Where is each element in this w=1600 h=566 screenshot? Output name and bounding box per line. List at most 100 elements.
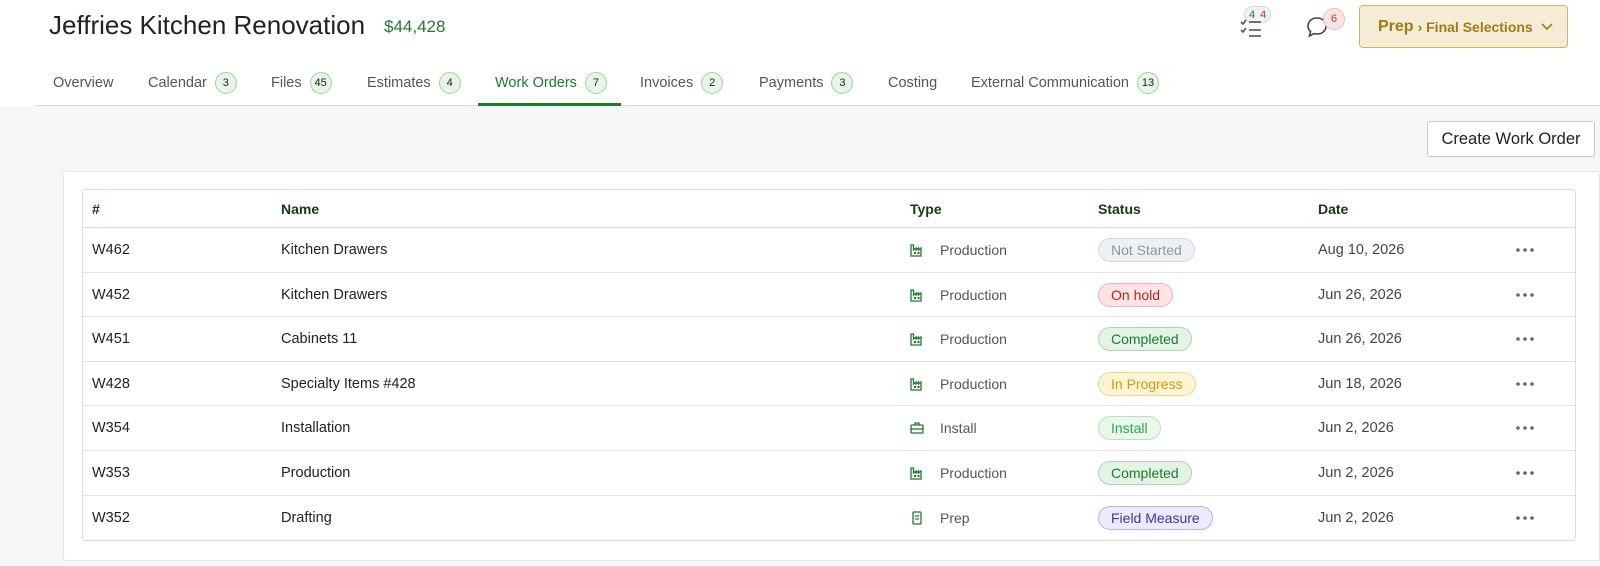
work-order-type-label: Install — [940, 420, 977, 437]
work-order-status: Completed — [1098, 317, 1192, 361]
tab-count-badge: 13 — [1136, 72, 1159, 94]
work-order-name: Production — [281, 465, 351, 481]
tab-label: Costing — [888, 75, 938, 91]
factory-icon — [910, 377, 932, 391]
work-order-status: In Progress — [1098, 362, 1196, 406]
work-orders-table: # Name Type Status Date W462 Kitchen Draw… — [82, 189, 1576, 541]
work-order-number: W451 — [92, 331, 130, 348]
work-order-date: Jun 26, 2026 — [1318, 331, 1402, 348]
work-order-status: Install — [1098, 406, 1161, 450]
work-order-type: Production — [910, 273, 1007, 317]
row-actions-button[interactable] — [1513, 241, 1537, 259]
tab-count-badge: 3 — [214, 72, 237, 94]
row-actions-button[interactable] — [1513, 464, 1537, 482]
table-row[interactable]: W452 Kitchen Drawers Production On hold Jun … — [83, 273, 1575, 318]
tab-label: Files — [271, 75, 302, 91]
work-order-status: On hold — [1098, 273, 1174, 317]
status-badge: Field Measure — [1098, 505, 1213, 530]
factory-icon — [910, 288, 932, 302]
tasks-button[interactable]: 4 4 — [1240, 6, 1288, 38]
row-actions-button[interactable] — [1513, 419, 1537, 437]
table-row[interactable]: W428 Specialty Items #428 Production In Pro… — [83, 362, 1575, 407]
tab-count-badge: 7 — [584, 72, 607, 94]
work-order-number: W353 — [92, 465, 130, 481]
tab-invoices[interactable]: Invoices 2 — [640, 60, 724, 106]
work-order-date: Jun 2, 2026 — [1318, 465, 1394, 481]
chevron-down-icon — [1541, 22, 1553, 30]
status-badge: Not Started — [1098, 238, 1195, 262]
project-tabs: Overview Calendar 3 Files 45 Estimates 4… — [35, 60, 1600, 106]
table-row[interactable]: W352 Drafting Prep Field Measure Jun 2, 2026 — [83, 496, 1575, 541]
more-horizontal-icon — [1516, 426, 1534, 431]
more-horizontal-icon — [1516, 471, 1534, 475]
work-order-type: Prep — [910, 496, 970, 540]
stage-sub-label: › Final Selections — [1417, 18, 1533, 35]
work-order-type-label: Production — [940, 331, 1007, 348]
status-badge: In Progress — [1098, 371, 1196, 396]
status-badge: On hold — [1098, 282, 1174, 307]
table-header-row: # Name Type Status Date — [83, 190, 1575, 228]
work-order-type: Production — [910, 451, 1007, 495]
work-order-status: Not Started — [1098, 228, 1195, 272]
row-actions-button[interactable] — [1513, 286, 1537, 304]
stage-dropdown[interactable]: Prep › Final Selections — [1359, 5, 1568, 48]
work-order-type-label: Production — [940, 286, 1007, 303]
table-row[interactable]: W354 Installation Install Install Jun 2, 202… — [83, 406, 1575, 451]
column-header-status: Status — [1098, 201, 1141, 217]
work-order-date: Jun 2, 2026 — [1318, 509, 1394, 526]
more-horizontal-icon — [1516, 337, 1534, 341]
more-horizontal-icon — [1516, 248, 1534, 252]
factory-icon — [910, 332, 932, 346]
work-order-type: Install — [910, 406, 977, 450]
work-order-type-label: Production — [940, 242, 1007, 258]
work-order-date: Jun 2, 2026 — [1318, 420, 1394, 437]
stage-label: Prep — [1378, 17, 1414, 35]
table-row[interactable]: W451 Cabinets 11 Production Completed Jun 26… — [83, 317, 1575, 362]
active-tab-indicator — [478, 103, 621, 106]
toolbox-icon — [910, 421, 932, 435]
column-header-type: Type — [910, 201, 942, 217]
column-header-date: Date — [1318, 201, 1349, 217]
tab-overview[interactable]: Overview — [53, 60, 113, 106]
more-horizontal-icon — [1516, 292, 1534, 297]
row-actions-button[interactable] — [1513, 330, 1537, 348]
messages-count-badge: 6 — [1323, 8, 1345, 30]
tab-label: Invoices — [640, 75, 694, 91]
tab-label: Calendar — [148, 75, 207, 91]
messages-button[interactable]: 6 — [1306, 8, 1348, 40]
work-order-name: Drafting — [281, 509, 332, 526]
tab-external-communication[interactable]: External Communication 13 — [971, 60, 1159, 106]
tab-label: Payments — [759, 75, 824, 91]
tab-payments[interactable]: Payments 3 — [759, 60, 854, 106]
more-horizontal-icon — [1516, 515, 1534, 520]
tab-files[interactable]: Files 45 — [271, 60, 332, 106]
work-order-type-label: Prep — [940, 509, 970, 526]
work-order-name: Installation — [281, 420, 351, 437]
clipboard-icon — [910, 510, 932, 525]
row-actions-button[interactable] — [1513, 375, 1537, 393]
work-order-number: W352 — [92, 509, 130, 526]
work-order-name: Cabinets 11 — [281, 331, 358, 348]
factory-icon — [910, 466, 932, 480]
table-row[interactable]: W353 Production Production Completed Jun 2, … — [83, 451, 1575, 496]
checklist-icon — [1240, 19, 1261, 37]
tab-costing[interactable]: Costing — [888, 60, 937, 106]
table-row[interactable]: W462 Kitchen Drawers Production Not Started… — [83, 228, 1575, 273]
work-order-number: W428 — [92, 375, 130, 392]
status-badge: Completed — [1098, 461, 1192, 485]
create-work-order-button[interactable]: Create Work Order — [1427, 121, 1595, 157]
work-order-date: Jun 26, 2026 — [1318, 286, 1402, 303]
tab-label: Estimates — [367, 75, 431, 91]
factory-icon — [910, 243, 932, 257]
work-order-name: Kitchen Drawers — [281, 242, 388, 258]
tab-estimates[interactable]: Estimates 4 — [367, 60, 461, 106]
tab-count-badge: 3 — [831, 72, 854, 94]
work-order-number: W354 — [92, 420, 130, 437]
tab-work-orders[interactable]: Work Orders 7 — [495, 60, 607, 106]
tab-label: Overview — [53, 75, 114, 91]
work-order-type: Production — [910, 317, 1007, 361]
work-order-date: Jun 18, 2026 — [1318, 375, 1402, 392]
tab-calendar[interactable]: Calendar 3 — [148, 60, 237, 106]
work-order-name: Kitchen Drawers — [281, 286, 388, 303]
row-actions-button[interactable] — [1513, 509, 1537, 527]
